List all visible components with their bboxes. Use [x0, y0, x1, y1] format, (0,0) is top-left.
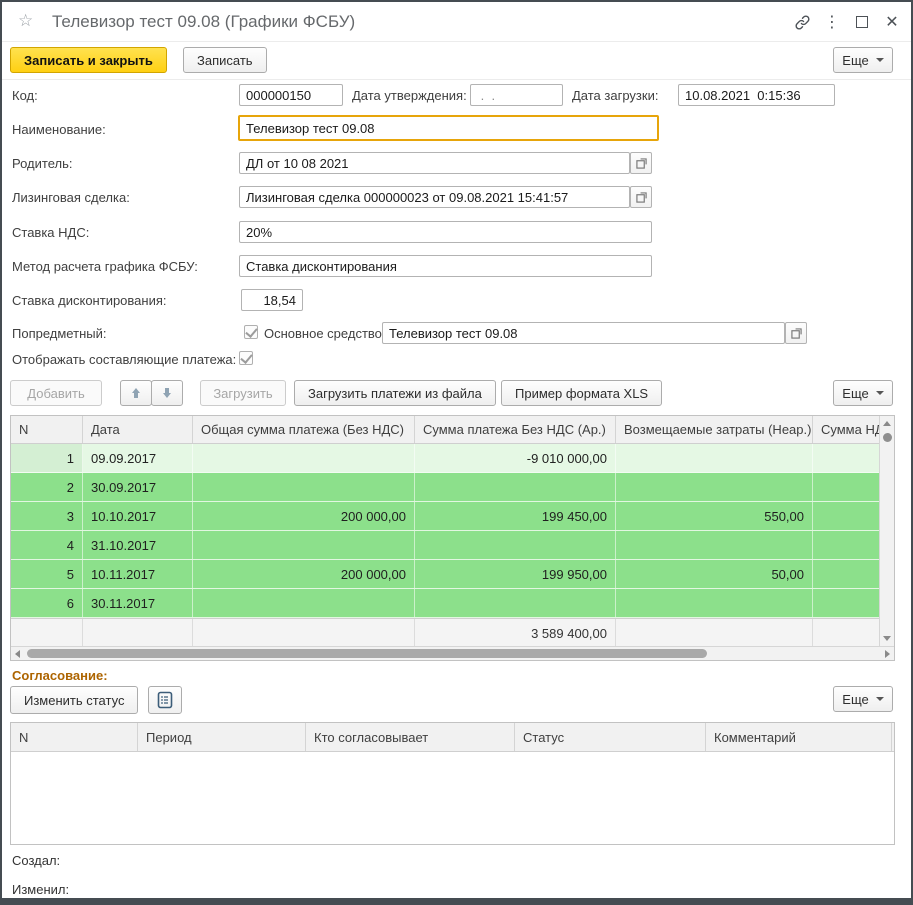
arrow-down-icon	[161, 387, 173, 399]
column-header[interactable]: Общая сумма платежа (Без НДС)	[193, 416, 415, 443]
per-item-label: Попредметный:	[12, 326, 106, 341]
approval-date-input[interactable]: . .	[470, 84, 563, 106]
column-header[interactable]: Статус	[515, 723, 706, 751]
table-footer-row: 3 589 400,00	[11, 618, 880, 647]
code-input[interactable]: 000000150	[239, 84, 343, 106]
horizontal-scroll-thumb[interactable]	[27, 649, 707, 658]
menu-kebab-icon[interactable]: ⋮	[820, 10, 844, 34]
per-item-checkbox[interactable]	[244, 325, 258, 339]
table-row[interactable]: 5 10.11.2017 200 000,00 199 950,00 50,00	[11, 560, 880, 589]
approval-date-label: Дата утверждения:	[352, 88, 467, 103]
modified-label: Изменил:	[12, 882, 69, 897]
more-button-payments[interactable]: Еще	[833, 380, 893, 406]
scroll-left-icon[interactable]	[15, 650, 20, 658]
fixed-asset-pick-button[interactable]	[785, 322, 807, 344]
discount-rate-label: Ставка дисконтирования:	[12, 293, 167, 308]
show-components-label: Отображать составляющие платежа:	[12, 352, 236, 367]
vat-rate-label: Ставка НДС:	[12, 225, 89, 240]
column-header[interactable]: Кто согласовывает	[306, 723, 515, 751]
link-icon[interactable]	[790, 10, 814, 34]
save-button[interactable]: Записать	[183, 47, 267, 73]
chevron-down-icon	[876, 391, 884, 395]
move-up-button[interactable]	[120, 380, 152, 406]
column-header[interactable]: Период	[138, 723, 306, 751]
table-row[interactable]: 1 09.09.2017 -9 010 000,00	[11, 444, 880, 473]
close-icon[interactable]: ✕	[880, 10, 904, 34]
column-header[interactable]: Возмещаемые затраты (Неар.)	[616, 416, 813, 443]
add-row-button[interactable]: Добавить	[10, 380, 102, 406]
column-header[interactable]: N	[11, 416, 83, 443]
fixed-asset-input[interactable]: Телевизор тест 09.08	[382, 322, 785, 344]
column-header[interactable]: N	[11, 723, 138, 751]
open-picker-icon	[636, 192, 647, 203]
leasing-deal-input[interactable]: Лизинговая сделка 000000023 от 09.08.202…	[239, 186, 630, 208]
calc-method-label: Метод расчета графика ФСБУ:	[12, 259, 198, 274]
approval-section-title: Согласование:	[12, 668, 108, 683]
change-status-button[interactable]: Изменить статус	[10, 686, 138, 714]
table-row[interactable]: 2 30.09.2017	[11, 473, 880, 502]
maximize-icon[interactable]	[850, 10, 874, 34]
column-header[interactable]: Сумма НД	[813, 416, 880, 443]
created-label: Создал:	[12, 853, 60, 868]
footer-total: 3 589 400,00	[415, 619, 616, 647]
vertical-scrollbar[interactable]	[879, 416, 894, 646]
move-down-button[interactable]	[151, 380, 183, 406]
title-bar: ☆ Телевизор тест 09.08 (Графики ФСБУ) ⋮ …	[2, 2, 911, 42]
chevron-down-icon	[876, 58, 884, 62]
vat-rate-input[interactable]: 20%	[239, 221, 652, 243]
parent-pick-button[interactable]	[630, 152, 652, 174]
window-title: Телевизор тест 09.08 (Графики ФСБУ)	[52, 12, 355, 32]
xls-sample-button[interactable]: Пример формата XLS	[501, 380, 662, 406]
show-components-checkbox[interactable]	[239, 351, 253, 365]
list-icon	[157, 691, 173, 709]
parent-input[interactable]: ДЛ от 10 08 2021	[239, 152, 630, 174]
column-header[interactable]: Сумма платежа Без НДС (Ар.)	[415, 416, 616, 443]
more-button-approval[interactable]: Еще	[833, 686, 893, 712]
discount-rate-input[interactable]: 18,54	[241, 289, 303, 311]
arrow-up-icon	[130, 387, 142, 399]
favorite-star-icon[interactable]: ☆	[18, 11, 33, 31]
leasing-deal-label: Лизинговая сделка:	[12, 190, 130, 205]
scroll-up-icon[interactable]	[883, 421, 891, 426]
chevron-down-icon	[876, 697, 884, 701]
table-row[interactable]: 4 31.10.2017	[11, 531, 880, 560]
scroll-right-icon[interactable]	[885, 650, 890, 658]
column-header[interactable]: Дата	[83, 416, 193, 443]
table-row[interactable]: 3 10.10.2017 200 000,00 199 450,00 550,0…	[11, 502, 880, 531]
calc-method-input[interactable]: Ставка дисконтирования	[239, 255, 652, 277]
more-button-top[interactable]: Еще	[833, 47, 893, 73]
code-label: Код:	[12, 88, 38, 103]
fixed-asset-label: Основное средство:	[264, 326, 386, 341]
approval-table-header: N Период Кто согласовывает Статус Коммен…	[11, 723, 894, 752]
parent-label: Родитель:	[12, 156, 72, 171]
payments-table: N Дата Общая сумма платежа (Без НДС) Сум…	[10, 415, 895, 661]
name-label: Наименование:	[12, 122, 106, 137]
load-from-file-button[interactable]: Загрузить платежи из файла	[294, 380, 496, 406]
table-row[interactable]: 6 30.11.2017	[11, 589, 880, 618]
vertical-scroll-thumb[interactable]	[883, 433, 892, 442]
load-button[interactable]: Загрузить	[200, 380, 286, 406]
load-date-input[interactable]: 10.08.2021 0:15:36	[678, 84, 835, 106]
form-window: ☆ Телевизор тест 09.08 (Графики ФСБУ) ⋮ …	[0, 0, 913, 905]
leasing-deal-pick-button[interactable]	[630, 186, 652, 208]
open-picker-icon	[791, 328, 802, 339]
horizontal-scrollbar[interactable]	[11, 646, 894, 660]
status-list-button[interactable]	[148, 686, 182, 714]
approval-table: N Период Кто согласовывает Статус Коммен…	[10, 722, 895, 845]
scroll-down-icon[interactable]	[883, 636, 891, 641]
name-input[interactable]: Телевизор тест 09.08	[238, 115, 659, 141]
payments-table-header: N Дата Общая сумма платежа (Без НДС) Сум…	[11, 416, 880, 444]
load-date-label: Дата загрузки:	[572, 88, 658, 103]
open-picker-icon	[636, 158, 647, 169]
save-and-close-button[interactable]: Записать и закрыть	[10, 47, 167, 73]
column-header[interactable]: Комментарий	[706, 723, 892, 751]
